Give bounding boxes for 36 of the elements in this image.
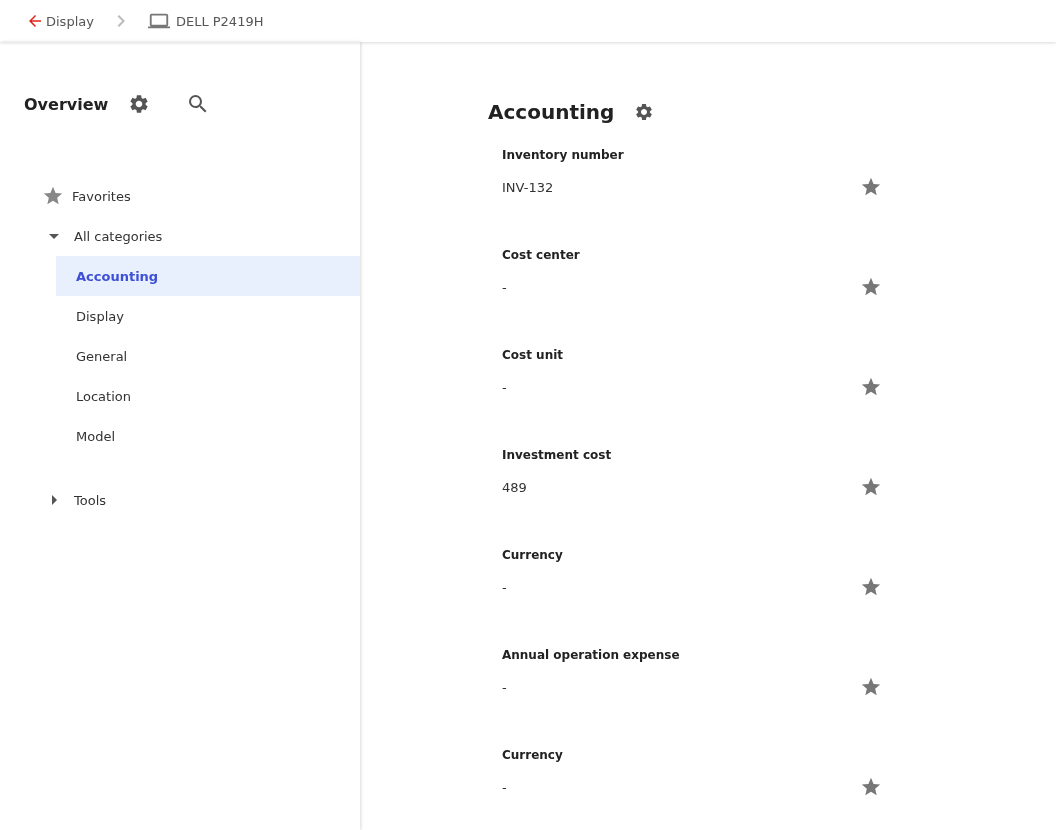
field-label: Annual operation expense: [502, 648, 681, 662]
tree-item[interactable]: Accounting: [56, 256, 360, 296]
favorite-star-button[interactable]: [860, 576, 882, 598]
breadcrumb-current: DELL P2419H: [175, 13, 264, 29]
favorite-star-button[interactable]: [860, 676, 882, 698]
field-value: INV-132: [502, 179, 554, 195]
field-label: Cost center: [502, 248, 581, 262]
tree-item[interactable]: Favorites: [0, 176, 360, 216]
field-label: Inventory number: [502, 148, 625, 162]
tree-item[interactable]: All categories: [0, 216, 360, 256]
tree-item[interactable]: Display: [56, 296, 360, 336]
field-value: -: [502, 279, 507, 295]
favorite-star-button[interactable]: [860, 176, 882, 198]
field-value: -: [502, 579, 507, 595]
field-label: Investment cost: [502, 448, 613, 462]
favorite-star-button[interactable]: [860, 276, 882, 298]
tree-item[interactable]: Tools: [0, 480, 360, 520]
favorite-star-button[interactable]: [860, 376, 882, 398]
section-title: Accounting: [488, 100, 615, 124]
field-value: -: [502, 679, 507, 695]
favorite-star-button[interactable]: [860, 776, 882, 798]
sidebar-title: Overview: [24, 94, 109, 114]
tree-item[interactable]: Model: [56, 416, 360, 456]
star-icon: [42, 185, 64, 207]
field-label: Cost unit: [502, 348, 565, 362]
field-label: Currency: [502, 748, 564, 762]
settings-button[interactable]: [128, 93, 151, 115]
favorite-star-button[interactable]: [860, 476, 882, 498]
field-value: -: [502, 779, 507, 795]
back-link[interactable]: Display: [26, 12, 94, 30]
field-label: Currency: [502, 548, 564, 562]
field-value: 489: [502, 479, 527, 495]
field-value: -: [502, 379, 507, 395]
settings-button[interactable]: [634, 102, 655, 122]
tree-item[interactable]: General: [56, 336, 360, 376]
tree-item[interactable]: Location: [56, 376, 360, 416]
